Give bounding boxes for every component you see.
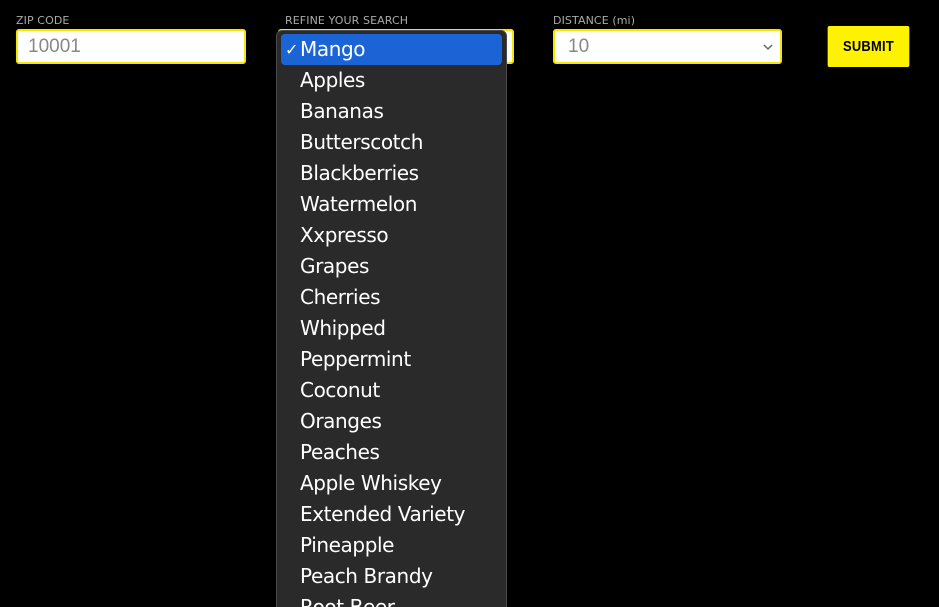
- dropdown-option-label: Extended Variety: [300, 502, 466, 526]
- dropdown-option[interactable]: Bananas: [277, 96, 506, 127]
- search-form: ZIP CODE REFINE YOUR SEARCH DISTANCE (mi…: [0, 0, 939, 607]
- dropdown-option[interactable]: Whipped: [277, 313, 506, 344]
- dropdown-option[interactable]: Apples: [277, 65, 506, 96]
- dropdown-option[interactable]: Cherries: [277, 282, 506, 313]
- dropdown-option[interactable]: Butterscotch: [277, 127, 506, 158]
- dropdown-option[interactable]: Apple Whiskey: [277, 468, 506, 499]
- refine-search-dropdown: ✓ Mango Apples Bananas Butterscotch Blackberr…: [276, 30, 507, 607]
- dropdown-option[interactable]: Blackberries: [277, 158, 506, 189]
- dropdown-option[interactable]: Grapes: [277, 251, 506, 282]
- dropdown-option[interactable]: Coconut: [277, 375, 506, 406]
- dropdown-option[interactable]: Peaches: [277, 437, 506, 468]
- dropdown-option-label: Watermelon: [300, 192, 418, 216]
- submit-button[interactable]: SUBMIT: [827, 26, 910, 67]
- chevron-down-icon: [763, 44, 773, 51]
- dropdown-option-label: Butterscotch: [300, 130, 423, 154]
- dropdown-option-label: Peach Brandy: [300, 564, 433, 588]
- zip-code-input[interactable]: [16, 29, 246, 64]
- distance-select[interactable]: 10: [553, 29, 782, 64]
- dropdown-option[interactable]: Oranges: [277, 406, 506, 437]
- distance-label: DISTANCE (mi): [553, 14, 636, 27]
- dropdown-option-label: Pineapple: [300, 533, 395, 557]
- dropdown-option-label: Cherries: [300, 285, 381, 309]
- dropdown-option-label: Peaches: [300, 440, 380, 464]
- dropdown-option-label: Grapes: [300, 254, 369, 278]
- dropdown-option[interactable]: Peppermint: [277, 344, 506, 375]
- dropdown-option[interactable]: Xxpresso: [277, 220, 506, 251]
- dropdown-option-label: Whipped: [300, 316, 386, 340]
- zip-code-label: ZIP CODE: [16, 14, 70, 27]
- dropdown-option-label: Xxpresso: [300, 223, 389, 247]
- refine-search-label: REFINE YOUR SEARCH: [285, 14, 409, 27]
- check-icon: ✓: [285, 40, 299, 59]
- dropdown-option[interactable]: Root Beer: [277, 592, 506, 607]
- dropdown-option[interactable]: Watermelon: [277, 189, 506, 220]
- dropdown-option-label: Bananas: [300, 99, 384, 123]
- dropdown-option[interactable]: Peach Brandy: [277, 561, 506, 592]
- dropdown-option-label: Root Beer: [300, 595, 395, 607]
- dropdown-option[interactable]: Pineapple: [277, 530, 506, 561]
- dropdown-option-label: Apples: [300, 68, 365, 92]
- dropdown-option-label: Coconut: [300, 378, 380, 402]
- distance-value: 10: [568, 35, 590, 57]
- dropdown-option-label: Blackberries: [300, 161, 419, 185]
- dropdown-option-label: Oranges: [300, 409, 382, 433]
- dropdown-option-label: Mango: [300, 37, 366, 61]
- dropdown-option[interactable]: ✓ Mango: [281, 34, 502, 65]
- dropdown-option[interactable]: Extended Variety: [277, 499, 506, 530]
- dropdown-option-label: Peppermint: [300, 347, 411, 371]
- dropdown-option-label: Apple Whiskey: [300, 471, 442, 495]
